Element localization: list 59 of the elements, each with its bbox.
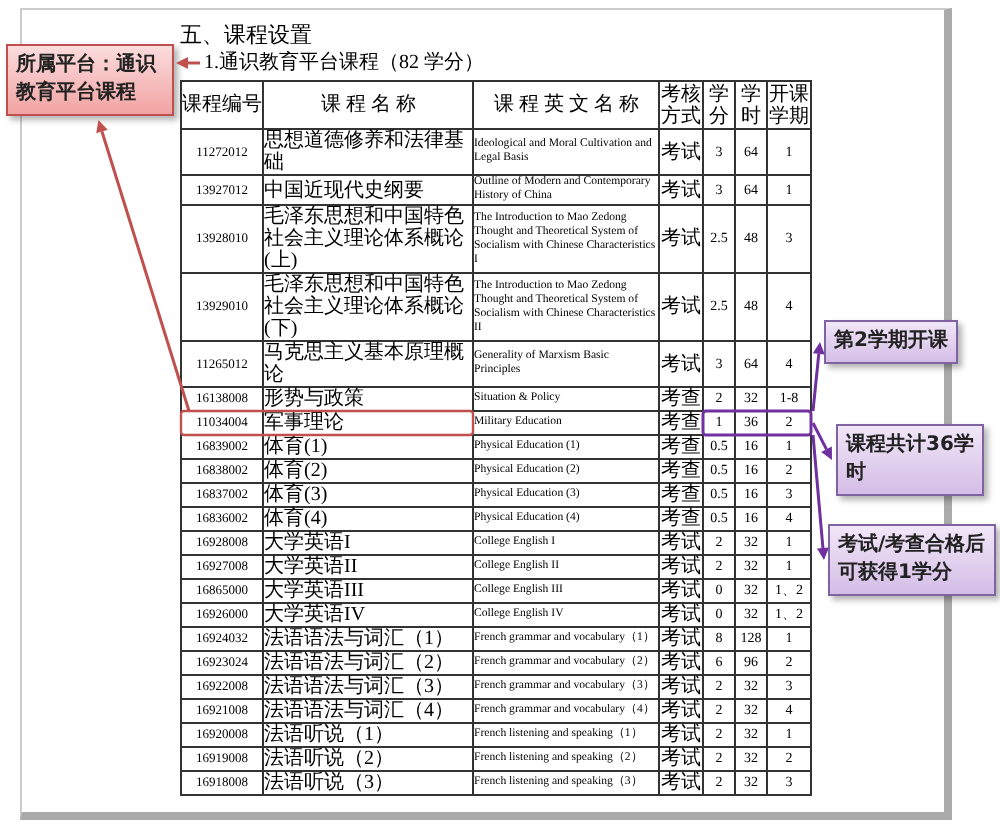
arrow — [811, 342, 825, 412]
arrow — [176, 57, 200, 69]
table-cell: 考试 — [659, 129, 703, 175]
table-cell: 体育(4) — [263, 507, 473, 531]
table-cell: 体育(3) — [263, 483, 473, 507]
table-cell: 毛泽东思想和中国特色社会主义理论体系概论(下) — [263, 273, 473, 341]
callout-box: 课程共计36学时 — [836, 424, 984, 496]
table-cell: 大学英语IV — [263, 603, 473, 627]
table-cell: 中国近现代史纲要 — [263, 175, 473, 205]
table-cell: 考试 — [659, 627, 703, 651]
table-cell: 马克思主义基本原理概论 — [263, 341, 473, 387]
table-cell: 考试 — [659, 723, 703, 747]
table-cell: 考试 — [659, 341, 703, 387]
callout-box: 所属平台：通识教育平台课程 — [6, 44, 174, 116]
subsection-heading: 1.通识教育平台课程（82 学分） — [204, 52, 484, 74]
table-cell: 毛泽东思想和中国特色社会主义理论体系概论(上) — [263, 205, 473, 273]
table-cell: 考试 — [659, 651, 703, 675]
callout-box: 第2学期开课 — [824, 320, 958, 364]
table-cell: 考查 — [659, 435, 703, 459]
table-cell: 思想道德修养和法律基础 — [263, 129, 473, 175]
table-cell: 法语听说（3） — [263, 771, 473, 795]
table-cell: 考试 — [659, 771, 703, 795]
column-header: 考核方式 — [659, 81, 703, 129]
table-cell: 考试 — [659, 205, 703, 273]
table-cell: 体育(1) — [263, 435, 473, 459]
column-header: 课程编号 — [181, 81, 263, 129]
callout-box: 考试/考查合格后可获得1学分 — [828, 524, 996, 596]
table-cell: 考查 — [659, 387, 703, 411]
table-cell: 大学英语III — [263, 579, 473, 603]
table-cell: 大学英语I — [263, 531, 473, 555]
section-heading: 五、课程设置 — [180, 22, 314, 50]
table-cell: 法语听说（2） — [263, 747, 473, 771]
column-header: 开课学期 — [767, 81, 811, 129]
table-cell: 考试 — [659, 531, 703, 555]
table-cell: 法语语法与词汇（1） — [263, 627, 473, 651]
column-header: 学时 — [735, 81, 767, 129]
table-cell: 考试 — [659, 555, 703, 579]
table-cell: 法语听说（1） — [263, 723, 473, 747]
table-cell: 考试 — [659, 603, 703, 627]
table-cell: 考试 — [659, 579, 703, 603]
table-cell: 法语语法与词汇（3） — [263, 675, 473, 699]
table-cell: 考试 — [659, 675, 703, 699]
column-header: 课 程 英 文 名 称 — [473, 81, 659, 129]
table-cell: 考试 — [659, 273, 703, 341]
table-cell: 军事理论 — [263, 411, 473, 435]
table-cell: 考查 — [659, 411, 703, 435]
table-cell: 考查 — [659, 483, 703, 507]
table-cell: 形势与政策 — [263, 387, 473, 411]
table-cell: 法语语法与词汇（2） — [263, 651, 473, 675]
column-header: 学分 — [703, 81, 735, 129]
column-header: 课 程 名 称 — [263, 81, 473, 129]
table-cell: 体育(2) — [263, 459, 473, 483]
table-cell: 考试 — [659, 747, 703, 771]
table-cell: 考查 — [659, 459, 703, 483]
table-cell: 大学英语II — [263, 555, 473, 579]
table-cell: 考试 — [659, 175, 703, 205]
table-cell: 法语语法与词汇（4） — [263, 699, 473, 723]
table-cell: 考查 — [659, 507, 703, 531]
table-cell: 考试 — [659, 699, 703, 723]
